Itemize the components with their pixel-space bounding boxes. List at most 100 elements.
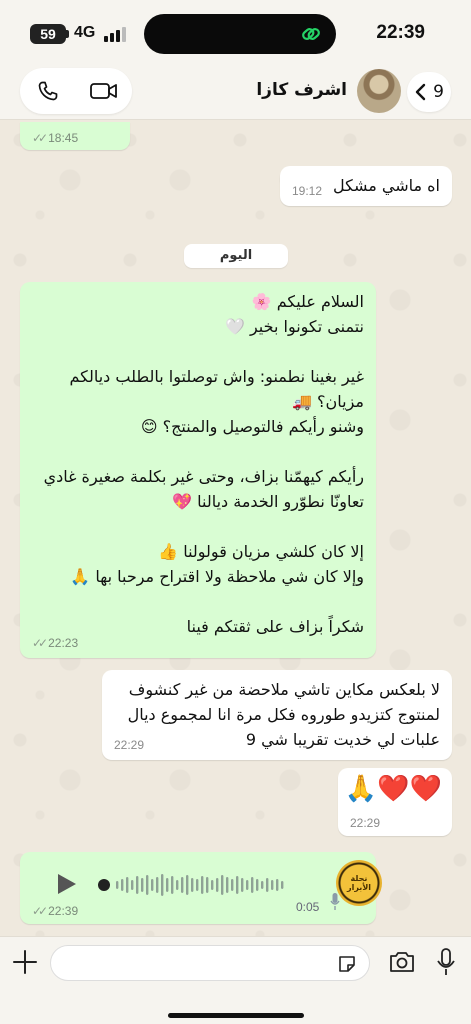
waveform-bar: [256, 879, 259, 891]
message-line: إلا كان كلشي مزيان قولولنا 👍: [158, 542, 364, 561]
message-line: السلام عليكم 🌸: [251, 292, 364, 311]
message-text: اه ماشي مشكل: [333, 176, 440, 195]
network-type: 4G: [74, 24, 96, 41]
message-line: علبات لي خديت تقريبا شي 9: [245, 730, 440, 749]
message-meta: ✓✓ 18:45: [32, 131, 79, 145]
waveform-bar: [241, 878, 244, 892]
waveform-bar: [191, 878, 194, 892]
waveform-bar: [126, 877, 129, 893]
waveform-bar: [196, 879, 199, 891]
waveform-bar: [266, 878, 269, 892]
play-icon[interactable]: [58, 874, 76, 894]
message-time: 22:29: [350, 816, 381, 830]
message-line: لمنتوج كتزيدو طوروه فكل مرة انا لمجموع د…: [127, 705, 440, 724]
waveform-bar: [231, 879, 234, 891]
waveform-bar: [221, 875, 224, 895]
waveform-bar: [156, 877, 159, 893]
message-line: نتمنى تكونوا بخير 🤍: [224, 317, 364, 336]
waveform-bar: [246, 880, 249, 890]
chevron-left-icon: [415, 83, 426, 101]
voice-message-bubble[interactable]: نحلة الأبرار 0:05 ✓✓ 22:39: [20, 852, 382, 924]
status-time: 22:39: [376, 22, 425, 43]
waveform-bar: [146, 875, 149, 895]
message-time: 22:29: [114, 738, 145, 752]
waveform-bar: [271, 880, 274, 890]
chat-header: اشرف كازا 9: [0, 64, 471, 120]
message-line: [28, 439, 364, 464]
message-bubble-incoming[interactable]: اه ماشي مشكل 19:12: [280, 166, 452, 206]
link-icon: [302, 28, 320, 40]
dynamic-island: [144, 14, 336, 54]
video-call-button[interactable]: [76, 68, 132, 114]
waveform-bar: [226, 877, 229, 893]
camera-icon[interactable]: [388, 949, 416, 975]
waveform-bar: [201, 876, 204, 894]
waveform-bar: [186, 875, 189, 895]
message-meta: ✓✓ 22:23: [32, 636, 79, 650]
waveform-bar: [121, 879, 124, 891]
message-text: لا بلعكس مكاين تاشي ملاحضة من غير كنشوف ل…: [110, 677, 440, 752]
message-line: وشنو رأيكم فالتوصيل والمنتج؟ 😊: [140, 417, 364, 436]
message-bubble-outgoing[interactable]: السلام عليكم 🌸 نتمنى تكونوا بخير 🤍 غير بغي…: [20, 282, 376, 658]
unread-count: 9: [433, 82, 444, 102]
message-bubble-outgoing[interactable]: ✓✓ 18:45: [20, 122, 130, 150]
waveform-bar: [236, 876, 239, 894]
phone-icon: [38, 81, 58, 101]
message-bubble-incoming[interactable]: 🙏❤️❤️ 22:29: [338, 768, 452, 836]
contact-avatar[interactable]: [357, 69, 401, 113]
message-line: لا بلعكس مكاين تاشي ملاحضة من غير كنشوف: [128, 680, 440, 699]
status-bar: 59 4G 22:39: [0, 0, 471, 64]
message-line: [28, 589, 364, 614]
contact-name[interactable]: اشرف كازا: [256, 80, 347, 100]
read-receipt-icon: ✓✓: [32, 636, 48, 650]
microphone-icon: [330, 893, 340, 910]
back-button[interactable]: 9: [407, 72, 451, 112]
message-line: شكراً بزاف على ثقتكم فينا: [186, 617, 364, 636]
waveform-bar: [166, 878, 169, 892]
message-text: 🙏❤️❤️: [344, 774, 442, 804]
waveform-bar: [131, 880, 134, 890]
battery-indicator: 59: [30, 24, 66, 44]
waveform-bar: [251, 877, 254, 893]
sticker-icon[interactable]: [337, 954, 357, 974]
waveform-bar: [181, 877, 184, 893]
message-time: 19:12: [292, 184, 323, 198]
message-line: وإلا كان شي ملاحظة ولا اقتراح مرحبا بها …: [70, 567, 364, 586]
waveform-bar: [206, 877, 209, 893]
waveform-bar: [281, 881, 284, 889]
waveform-bar: [276, 879, 279, 891]
voice-duration: 0:05: [296, 900, 320, 914]
message-line: غير بغينا نطمنو: واش توصلتوا بالطلب ديال…: [69, 367, 364, 386]
message-bubble-incoming[interactable]: لا بلعكس مكاين تاشي ملاحضة من غير كنشوف ل…: [102, 670, 452, 760]
message-line: رأيكم كيهمّنا بزاف، وحتى غير بكلمة صغيرة…: [43, 467, 364, 486]
video-call-icon: [90, 83, 117, 99]
message-meta: ✓✓ 22:39: [32, 904, 79, 918]
plus-icon[interactable]: [12, 949, 38, 975]
waveform-bar: [141, 878, 144, 892]
microphone-icon[interactable]: [436, 947, 456, 977]
waveform[interactable]: [114, 868, 288, 902]
waveform-bar: [171, 876, 174, 894]
waveform-bar: [161, 874, 164, 896]
waveform-bar: [151, 879, 154, 891]
home-indicator: [168, 1013, 304, 1018]
signal-icon: [104, 26, 128, 42]
message-line: [28, 514, 364, 539]
message-line: تعاونّا نطوّرو الخدمة ديالنا 💖: [172, 492, 364, 511]
message-line: مزيان؟ 🚚: [292, 392, 364, 411]
playback-scrubber[interactable]: [98, 879, 110, 891]
read-receipt-icon: ✓✓: [32, 131, 48, 145]
message-text: السلام عليكم 🌸 نتمنى تكونوا بخير 🤍 غير بغي…: [28, 289, 364, 639]
voice-avatar-label: نحلة الأبرار: [346, 874, 372, 892]
waveform-bar: [136, 876, 139, 894]
battery-cap: [66, 30, 69, 38]
composer-bar: [0, 936, 471, 1024]
waveform-bar: [176, 880, 179, 890]
read-receipt-icon: ✓✓: [32, 904, 48, 918]
day-separator: اليوم: [184, 244, 288, 268]
waveform-bar: [261, 881, 264, 889]
voice-call-button[interactable]: [20, 68, 76, 114]
waveform-bar: [116, 881, 119, 889]
message-input[interactable]: [50, 945, 370, 981]
waveform-bar: [211, 880, 214, 890]
